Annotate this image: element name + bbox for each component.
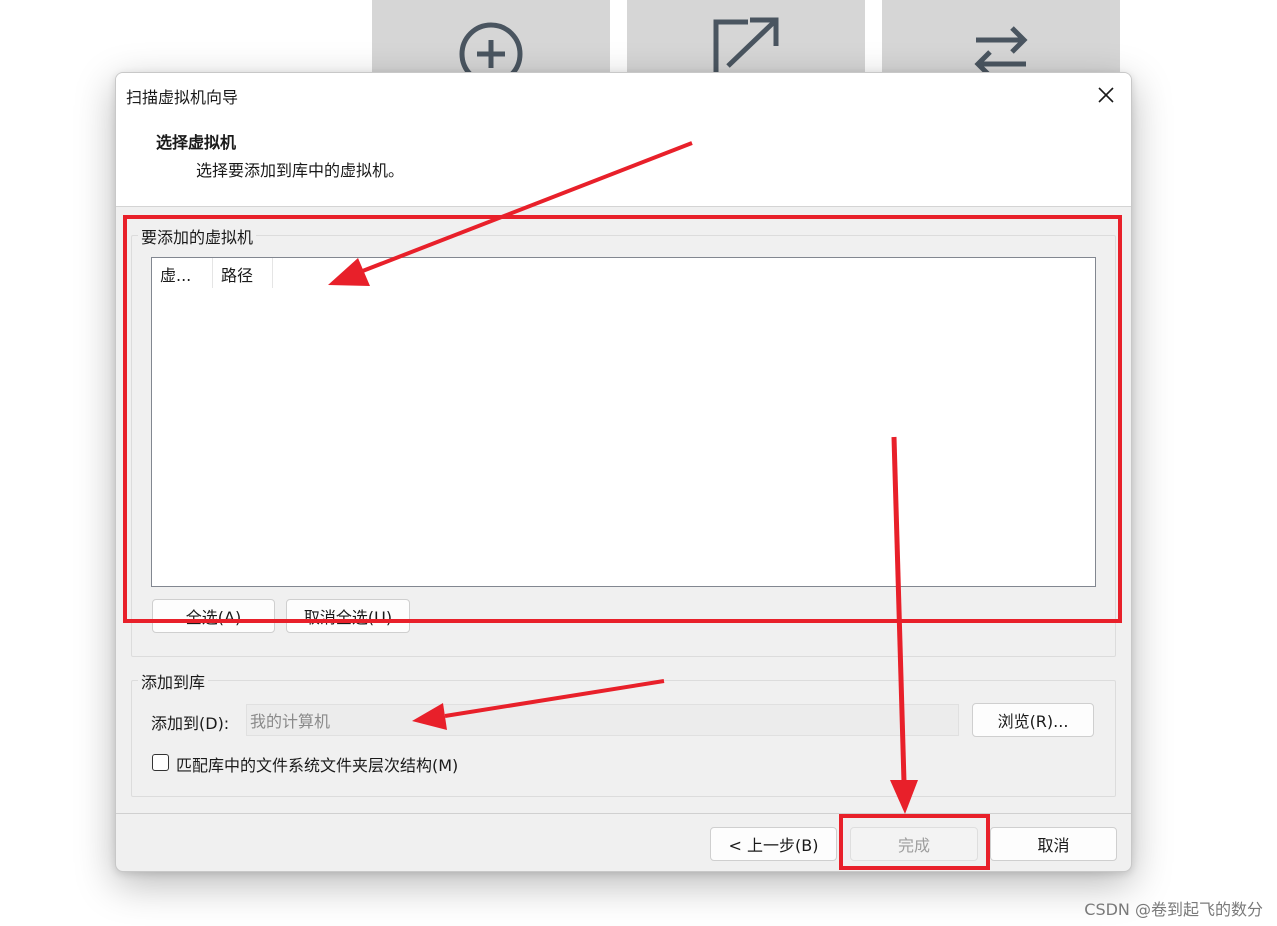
- match-hierarchy-label: 匹配库中的文件系统文件夹层次结构(M): [176, 756, 459, 775]
- cancel-button[interactable]: 取消: [990, 827, 1117, 861]
- watermark: CSDN @卷到起飞的数分: [1084, 900, 1263, 919]
- close-icon: [1098, 87, 1114, 103]
- add-to-label: 添加到(D):: [151, 714, 230, 733]
- browse-button[interactable]: 浏览(R)...: [972, 703, 1094, 737]
- dialog-title: 扫描虚拟机向导: [126, 88, 239, 107]
- background-tile-open[interactable]: [627, 0, 865, 80]
- dialog-titlebar: 扫描虚拟机向导: [116, 73, 1131, 117]
- open-external-icon: [713, 17, 779, 80]
- wizard-header: 选择虚拟机 选择要添加到库中的虚拟机。: [116, 117, 1131, 207]
- background-tile-add[interactable]: [372, 0, 610, 80]
- plus-circle-icon: [459, 22, 523, 80]
- library-group-label: 添加到库: [138, 669, 209, 693]
- wizard-heading: 选择虚拟机: [156, 133, 237, 152]
- match-hierarchy-checkbox[interactable]: [152, 754, 169, 771]
- back-button[interactable]: < 上一步(B): [710, 827, 837, 861]
- finish-button-highlight-box: [839, 814, 990, 870]
- library-group-box: [131, 680, 1116, 797]
- background-tile-swap[interactable]: [882, 0, 1120, 78]
- close-button[interactable]: [1089, 79, 1123, 111]
- swap-arrows-icon: [974, 26, 1028, 78]
- vm-list-highlight-box: [123, 215, 1122, 623]
- add-to-field[interactable]: 我的计算机: [246, 704, 959, 736]
- wizard-subheading: 选择要添加到库中的虚拟机。: [196, 161, 405, 180]
